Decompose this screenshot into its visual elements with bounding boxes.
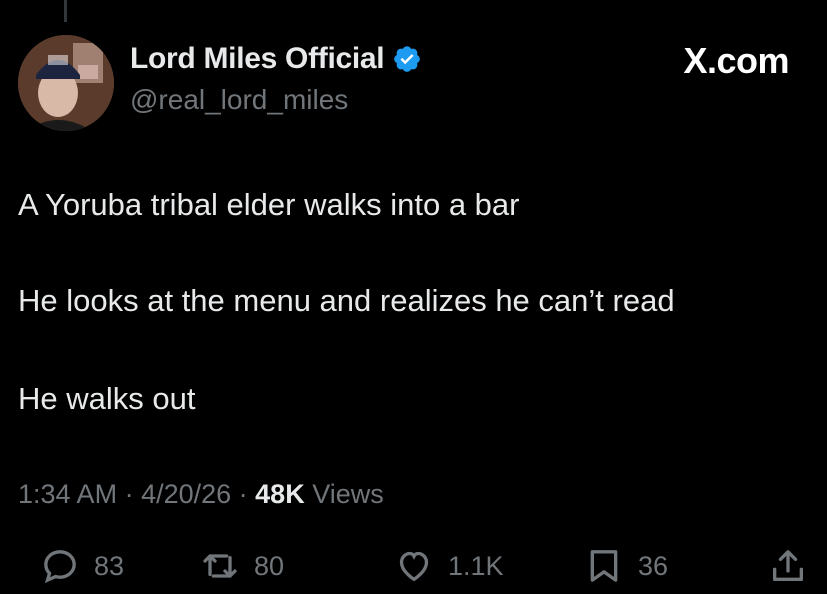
author-name[interactable]: Lord Miles Official — [130, 42, 385, 76]
tweet-actions: 83 80 1.1K 36 — [0, 546, 827, 586]
author-name-row[interactable]: Lord Miles Official — [130, 42, 422, 76]
reply-button[interactable]: 83 — [40, 546, 124, 586]
tweet-date[interactable]: 4/20/26 — [141, 479, 231, 509]
reply-icon — [44, 550, 76, 584]
verified-badge-icon — [392, 44, 422, 74]
tweet-paragraph-2: He looks at the menu and realizes he can… — [18, 283, 675, 318]
share-button[interactable] — [768, 546, 808, 586]
thread-connector-line — [64, 0, 67, 22]
tweet-paragraph-1: A Yoruba tribal elder walks into a bar — [18, 187, 520, 222]
site-label: X.com — [683, 40, 789, 81]
views-label: Views — [304, 479, 384, 509]
retweet-count: 80 — [254, 550, 285, 581]
like-count: 1.1K — [448, 550, 504, 581]
reply-count: 83 — [94, 550, 125, 581]
avatar[interactable] — [18, 35, 114, 131]
retweet-icon — [203, 554, 237, 578]
share-icon — [773, 550, 803, 581]
avatar-image — [18, 35, 114, 131]
bookmark-count: 36 — [638, 550, 669, 581]
meta-separator: · — [231, 479, 256, 509]
like-button[interactable]: 1.1K — [394, 546, 504, 586]
tweet-paragraph-3: He walks out — [18, 381, 196, 416]
tweet-meta: 1:34 AM · 4/20/26 · 48K Views — [18, 479, 384, 510]
like-icon — [399, 551, 429, 582]
views-count: 48K — [255, 479, 305, 509]
retweet-button[interactable]: 80 — [200, 546, 284, 586]
author-handle[interactable]: @real_lord_miles — [130, 84, 348, 116]
tweet-time[interactable]: 1:34 AM — [18, 479, 117, 509]
meta-separator: · — [117, 479, 142, 509]
bookmark-icon — [590, 550, 618, 582]
bookmark-button[interactable]: 36 — [584, 546, 668, 586]
